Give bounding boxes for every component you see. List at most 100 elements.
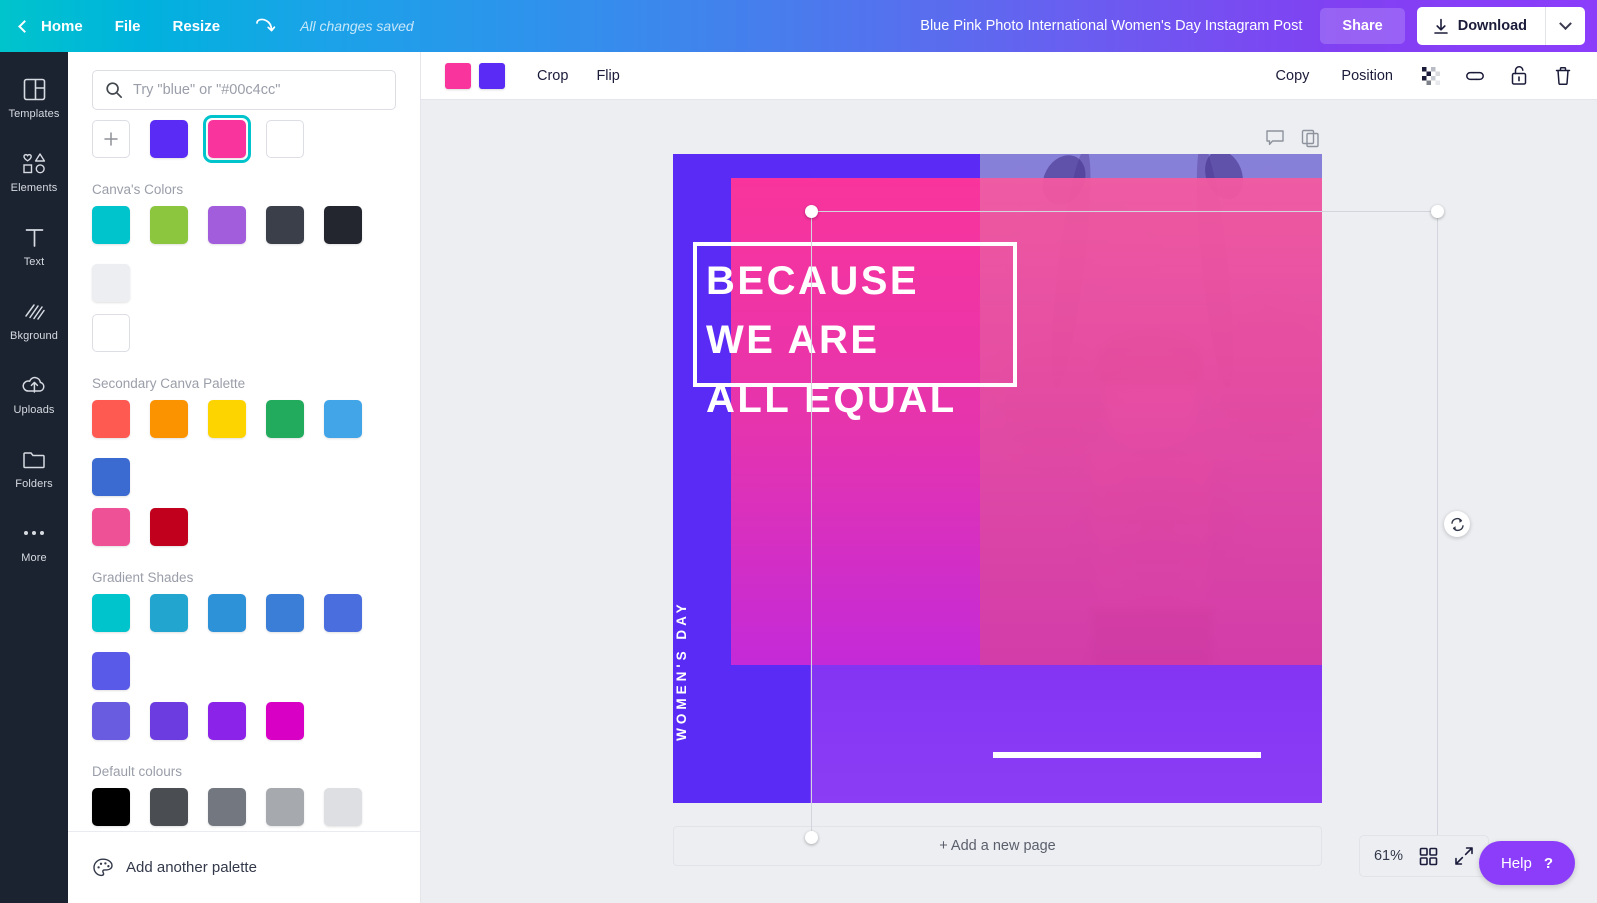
download-label: Download (1457, 18, 1527, 34)
swatch-document-2[interactable] (266, 120, 304, 158)
share-button[interactable]: Share (1320, 8, 1405, 44)
add-palette-button[interactable]: Add another palette (68, 831, 420, 903)
toolbar-color-chip-0[interactable] (445, 62, 471, 89)
swatch-gradient-1[interactable] (150, 594, 188, 632)
swatch-canva-0[interactable] (92, 206, 130, 244)
swatch-gradient-6[interactable] (92, 702, 130, 740)
rotate-handle[interactable] (1444, 511, 1470, 537)
canvas-area[interactable]: BECAUSE WE ARE ALL EQUAL INTERNATIONAL W… (421, 100, 1597, 903)
swatch-canva-5[interactable] (92, 264, 130, 302)
copy-button[interactable]: Copy (1262, 62, 1324, 90)
swatch-secondary-5[interactable] (92, 458, 130, 496)
search-box[interactable] (92, 70, 396, 110)
zoom-level-label[interactable]: 61% (1374, 848, 1403, 864)
sidebar-label-text: Text (23, 256, 45, 268)
help-button[interactable]: Help ? (1478, 841, 1575, 885)
swatch-default-1[interactable] (150, 788, 188, 826)
canvas-colors-row-2 (68, 314, 420, 352)
text-icon (23, 224, 46, 250)
headline-text[interactable]: BECAUSE WE ARE ALL EQUAL (706, 252, 1126, 430)
sidebar-label-folders: Folders (15, 478, 53, 490)
elements-icon (22, 150, 47, 176)
swatch-secondary-6[interactable] (92, 508, 130, 546)
fullscreen-button[interactable] (1454, 846, 1474, 866)
vertical-caption-text[interactable]: INTERNATIONAL WOMEN'S DAY (673, 580, 693, 741)
secondary-palette-row-2 (68, 508, 420, 546)
toolbar-right-group: Copy Position (1262, 57, 1583, 95)
selection-handle-bottom-left[interactable] (805, 831, 818, 844)
position-button[interactable]: Position (1327, 62, 1407, 90)
folders-icon (22, 446, 46, 472)
swatch-gradient-4[interactable] (324, 594, 362, 632)
swatch-secondary-7[interactable] (150, 508, 188, 546)
zoom-controls: 61% (1358, 835, 1489, 877)
section-title-canvas-colors: Canva's Colors (92, 182, 184, 197)
top-header-bar: Home File Resize All changes saved Blue … (0, 0, 1597, 52)
sidebar-item-bkground[interactable]: Bkground (0, 288, 68, 350)
home-button[interactable]: Home (0, 0, 99, 52)
swatch-gradient-5[interactable] (92, 652, 130, 690)
swatch-default-3[interactable] (266, 788, 304, 826)
grid-view-button[interactable] (1419, 847, 1438, 866)
resize-button[interactable]: Resize (157, 0, 237, 52)
header-right-group: Blue Pink Photo International Women's Da… (920, 0, 1597, 52)
swatch-canva-1[interactable] (150, 206, 188, 244)
add-page-button[interactable]: + Add a new page (673, 826, 1322, 866)
swatch-canva-6[interactable] (92, 314, 130, 352)
design-canvas[interactable]: BECAUSE WE ARE ALL EQUAL INTERNATIONAL W… (673, 154, 1322, 803)
link-button[interactable] (1455, 57, 1495, 95)
expand-icon (1455, 847, 1473, 865)
transparency-button[interactable] (1411, 57, 1451, 95)
file-menu-button[interactable]: File (99, 0, 157, 52)
swatch-gradient-9[interactable] (266, 702, 304, 740)
swatch-gradient-7[interactable] (150, 702, 188, 740)
flip-button[interactable]: Flip (582, 62, 633, 90)
search-section (68, 52, 420, 120)
trash-icon (1555, 66, 1571, 85)
sidebar-item-uploads[interactable]: Uploads (0, 362, 68, 424)
chevron-left-icon (18, 19, 31, 33)
sidebar-item-elements[interactable]: Elements (0, 140, 68, 202)
selection-handle-top-right[interactable] (1431, 205, 1444, 218)
duplicate-page-button[interactable] (1297, 125, 1323, 151)
download-button[interactable]: Download (1417, 7, 1545, 45)
crop-button[interactable]: Crop (523, 62, 582, 90)
swatch-gradient-3[interactable] (266, 594, 304, 632)
swatch-secondary-2[interactable] (208, 400, 246, 438)
swatch-secondary-0[interactable] (92, 400, 130, 438)
swatch-default-4[interactable] (324, 788, 362, 826)
swatch-gradient-0[interactable] (92, 594, 130, 632)
delete-button[interactable] (1543, 57, 1583, 95)
download-options-button[interactable] (1545, 7, 1585, 45)
sidebar-item-templates[interactable]: Templates (0, 66, 68, 128)
sidebar-item-folders[interactable]: Folders (0, 436, 68, 498)
add-color-button[interactable] (92, 120, 130, 158)
swatch-canva-2[interactable] (208, 206, 246, 244)
comment-bubble-icon (1266, 130, 1284, 146)
search-input[interactable] (133, 82, 383, 98)
swatch-document-1[interactable] (203, 115, 251, 163)
swatch-default-2[interactable] (208, 788, 246, 826)
swatch-secondary-1[interactable] (150, 400, 188, 438)
undo-button[interactable] (236, 17, 294, 35)
share-label: Share (1342, 18, 1383, 34)
document-title[interactable]: Blue Pink Photo International Women's Da… (920, 18, 1302, 34)
more-dots-icon (22, 520, 46, 546)
sidebar-item-text[interactable]: Text (0, 214, 68, 276)
selection-handle-top-left[interactable] (805, 205, 818, 218)
toolbar-color-chip-1[interactable] (479, 62, 505, 89)
swatch-default-0[interactable] (92, 788, 130, 826)
swatch-secondary-3[interactable] (266, 400, 304, 438)
help-label: Help (1500, 854, 1532, 872)
swatch-gradient-2[interactable] (208, 594, 246, 632)
swatch-secondary-4[interactable] (324, 400, 362, 438)
sidebar-item-more[interactable]: More (0, 510, 68, 572)
object-toolbar: Crop Flip Copy Position (421, 52, 1597, 100)
lock-button[interactable] (1499, 57, 1539, 95)
swatch-document-0[interactable] (150, 120, 188, 158)
comment-button[interactable] (1262, 125, 1288, 151)
swatch-canva-3[interactable] (266, 206, 304, 244)
home-label: Home (41, 17, 83, 35)
swatch-canva-4[interactable] (324, 206, 362, 244)
swatch-gradient-8[interactable] (208, 702, 246, 740)
